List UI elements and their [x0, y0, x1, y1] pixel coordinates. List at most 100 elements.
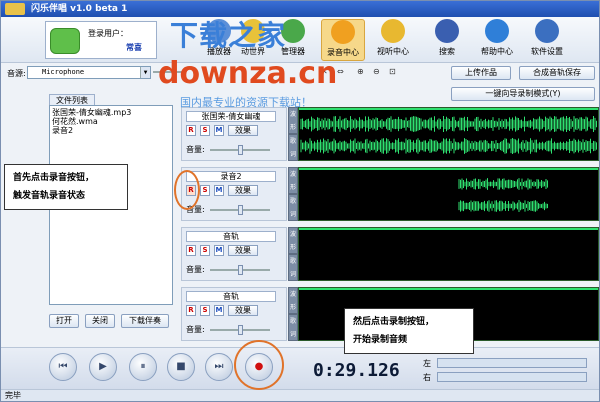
record-toggle-button[interactable]: R [186, 125, 196, 136]
callout-first: 首先点击录音按钮， 触发音轨录音状态 [4, 164, 128, 210]
highlight-record-button [234, 340, 284, 390]
waveform-svg [299, 168, 598, 212]
toolbar-help-label: 帮助中心 [481, 47, 513, 56]
track-name: 音轨 [186, 231, 276, 242]
tab-lyrics[interactable]: 歌词 [288, 134, 298, 161]
toolbar-record-center[interactable]: 录音中心 [321, 19, 365, 61]
zoom-fit-icon[interactable]: ⊡ [389, 67, 396, 76]
callout-first-line1: 首先点击录音按钮， [13, 173, 95, 183]
track-tabs: 波形 歌词 [288, 167, 298, 221]
toolbar-settings[interactable]: 软件设置 [525, 19, 569, 61]
window-title: 闪乐伴唱 v1.0 beta 1 [31, 4, 128, 14]
volume-label: 音量: [186, 325, 205, 334]
mic-smiley-icon [331, 20, 355, 44]
toolbar-av-label: 视听中心 [377, 47, 409, 56]
toolbar-search[interactable]: 搜索 [425, 19, 469, 61]
toolbar-help[interactable]: 帮助中心 [475, 19, 519, 61]
settings-icon [535, 19, 559, 43]
record-toggle-button[interactable]: R [186, 305, 196, 316]
waveform-2 [458, 178, 548, 212]
track-controls: 音轨 R S M 效果 音量: [181, 227, 287, 281]
search-icon [435, 19, 459, 43]
avatar [50, 28, 80, 54]
stop-icon: ■ [176, 361, 186, 372]
effect-button[interactable]: 效果 [228, 245, 258, 256]
time-display: 0:29.126 [313, 360, 400, 381]
tab-waveform[interactable]: 波形 [288, 167, 298, 194]
tab-waveform[interactable]: 波形 [288, 107, 298, 134]
watermark-slogan: 国内最专业的资源下载站！ [180, 96, 312, 109]
volume-knob[interactable] [238, 145, 243, 155]
mute-button[interactable]: M [214, 185, 224, 196]
toolbar-settings-label: 软件设置 [531, 47, 563, 56]
track-2: 录音2 R S M 效果 音量: 波形 歌词 [181, 167, 599, 221]
track-name: 张国荣-倩女幽魂 [186, 111, 276, 122]
source-select[interactable]: Microphone ▼ [27, 66, 151, 79]
wizard-mode-button[interactable]: 一键向导录制模式(Y) [451, 87, 595, 101]
waveform-1 [300, 116, 597, 154]
list-item[interactable]: 何花然.wma [52, 117, 170, 126]
volume-knob[interactable] [238, 265, 243, 275]
next-button[interactable]: ⏭ [205, 353, 233, 381]
track-name: 音轨 [186, 291, 276, 302]
play-button[interactable]: ▶ [89, 353, 117, 381]
callout-first-line2: 触发音轨录音状态 [13, 191, 86, 201]
disc-icon [381, 19, 405, 43]
list-item[interactable]: 录音2 [52, 126, 170, 135]
effect-button[interactable]: 效果 [228, 125, 258, 136]
left-channel-label: 左 [423, 359, 431, 368]
pause-icon: ⏸ [140, 361, 146, 372]
source-label: 音源: [7, 69, 26, 78]
mute-button[interactable]: M [214, 125, 224, 136]
select-all-icon[interactable]: ⇔ [337, 67, 344, 76]
open-button[interactable]: 打开 [49, 314, 79, 328]
tab-waveform[interactable]: 波形 [288, 227, 298, 254]
left-level-meter [437, 358, 587, 368]
toolbar-av-center[interactable]: 视听中心 [371, 19, 415, 61]
track-tabs: 波形 歌词 [288, 107, 298, 161]
upload-button[interactable]: 上传作品 [451, 66, 511, 80]
pause-button[interactable]: ⏸ [129, 353, 157, 381]
highlight-record-toggle [174, 170, 200, 210]
zoom-in-icon[interactable]: ⊕ [357, 67, 364, 76]
waveform-display[interactable] [298, 227, 599, 281]
app-logo-icon [5, 3, 25, 15]
watermark-title: 下载之家 [170, 19, 287, 52]
tab-lyrics[interactable]: 歌词 [288, 254, 298, 281]
download-accompaniment-button[interactable]: 下载伴奏 [121, 314, 169, 328]
tab-lyrics[interactable]: 歌词 [288, 314, 298, 341]
waveform-display[interactable] [298, 167, 599, 221]
help-icon [485, 19, 509, 43]
effect-button[interactable]: 效果 [228, 305, 258, 316]
stop-button[interactable]: ■ [167, 353, 195, 381]
mute-button[interactable]: M [214, 305, 224, 316]
file-panel: 文件列表 张国荣-倩女幽魂.mp3 何花然.wma 录音2 打开 关闭 下载伴奏 [45, 94, 175, 334]
track-tabs: 波形 歌词 [288, 287, 298, 341]
zoom-out-icon[interactable]: ⊖ [373, 67, 380, 76]
close-button[interactable]: 关闭 [85, 314, 115, 328]
volume-label: 音量: [186, 265, 205, 274]
waveform-display[interactable] [298, 107, 599, 161]
track-3: 音轨 R S M 效果 音量: 波形 歌词 [181, 227, 599, 281]
right-level-meter [437, 372, 587, 382]
effect-button[interactable]: 效果 [228, 185, 258, 196]
callout-then-line2: 开始录制音频 [353, 335, 408, 345]
prev-button[interactable]: ⏮ [49, 353, 77, 381]
solo-button[interactable]: S [200, 185, 210, 196]
track-controls: 张国荣-倩女幽魂 R S M 效果 音量: [181, 107, 287, 161]
transport-bar: ⏮ ▶ ⏸ ■ ⏭ ● 0:29.126 左 右 [1, 347, 599, 389]
volume-knob[interactable] [238, 205, 243, 215]
volume-knob[interactable] [238, 325, 243, 335]
solo-button[interactable]: S [200, 305, 210, 316]
solo-button[interactable]: S [200, 125, 210, 136]
merge-save-button[interactable]: 合成音轨保存 [519, 66, 595, 80]
solo-button[interactable]: S [200, 245, 210, 256]
record-toggle-button[interactable]: R [186, 245, 196, 256]
status-text: 完毕 [5, 391, 21, 400]
mute-button[interactable]: M [214, 245, 224, 256]
tab-waveform[interactable]: 波形 [288, 287, 298, 314]
title-bar: 闪乐伴唱 v1.0 beta 1 [1, 1, 599, 17]
tab-lyrics[interactable]: 歌词 [288, 194, 298, 221]
chevron-down-icon: ▼ [140, 67, 150, 78]
list-item[interactable]: 张国荣-倩女幽魂.mp3 [52, 108, 170, 117]
